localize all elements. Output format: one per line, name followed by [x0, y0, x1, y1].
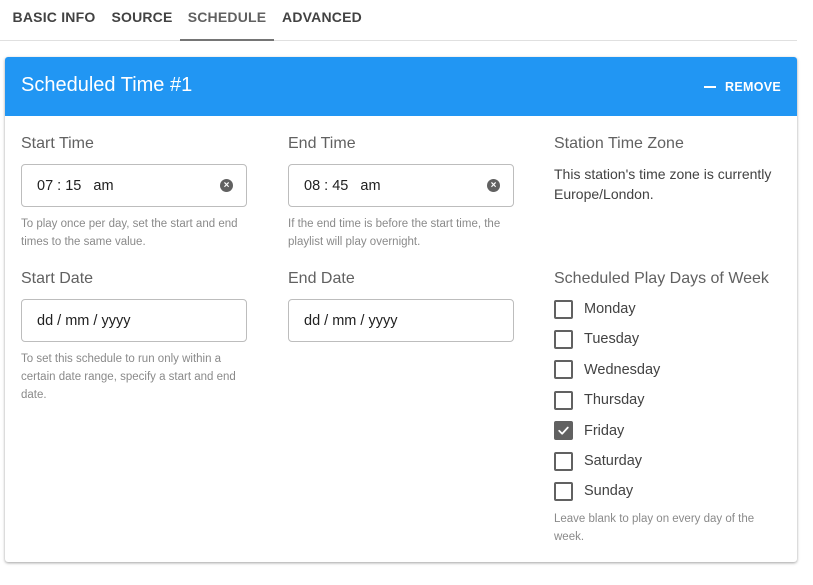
- play-days-hint: Leave blank to play on every day of the …: [554, 513, 755, 543]
- checkbox-unchecked-icon[interactable]: [554, 390, 573, 410]
- tab-source[interactable]: SOURCE: [104, 0, 180, 41]
- start-time-value: 07 : 15 am: [37, 178, 114, 194]
- day-label: Sunday: [584, 483, 634, 500]
- end-date-input[interactable]: dd / mm / yyyy: [288, 299, 514, 342]
- minus-icon: [704, 86, 717, 88]
- day-label: Wednesday: [584, 361, 661, 378]
- end-time-label: End Time: [288, 135, 356, 152]
- day-label: Saturday: [584, 453, 643, 469]
- checkbox-unchecked-icon[interactable]: [554, 360, 573, 380]
- tab-schedule[interactable]: SCHEDULE: [180, 0, 274, 41]
- day-label: Friday: [584, 422, 625, 439]
- start-time-input[interactable]: 07 : 15 am ×: [21, 164, 247, 207]
- card-title: Scheduled Time #1: [21, 74, 193, 96]
- day-checkbox-monday[interactable]: Monday: [554, 297, 636, 321]
- end-date-placeholder: dd / mm / yyyy: [304, 313, 398, 329]
- day-checkbox-friday[interactable]: Friday: [554, 419, 624, 443]
- day-label: Thursday: [584, 392, 645, 409]
- checkbox-unchecked-icon[interactable]: [554, 299, 573, 319]
- day-checkbox-wednesday[interactable]: Wednesday: [554, 358, 660, 382]
- day-checkbox-saturday[interactable]: Saturday: [554, 449, 642, 473]
- clear-icon[interactable]: ×: [220, 179, 233, 192]
- end-time-hint: If the end time is before the start time…: [288, 218, 501, 248]
- start-date-input[interactable]: dd / mm / yyyy: [21, 299, 247, 342]
- day-checkbox-thursday[interactable]: Thursday: [554, 388, 644, 412]
- checkbox-unchecked-icon[interactable]: [554, 329, 573, 349]
- checkbox-unchecked-icon[interactable]: [554, 481, 573, 501]
- day-checkbox-sunday[interactable]: Sunday: [554, 479, 633, 503]
- play-days-label: Scheduled Play Days of Week: [554, 270, 769, 287]
- schedule-card: Scheduled Time #1 REMOVE Start Time 07 :…: [5, 57, 797, 562]
- checkbox-unchecked-icon[interactable]: [554, 451, 573, 471]
- remove-button-label: REMOVE: [725, 80, 781, 94]
- tab-bar: BASIC INFO SOURCE SCHEDULE ADVANCED: [0, 0, 797, 41]
- tab-basic-info[interactable]: BASIC INFO: [6, 0, 102, 41]
- timezone-label: Station Time Zone: [554, 135, 684, 152]
- checkbox-checked-icon[interactable]: [554, 421, 573, 441]
- start-time-label: Start Time: [21, 135, 94, 152]
- start-date-placeholder: dd / mm / yyyy: [37, 313, 131, 329]
- start-time-hint: To play once per day, set the start and …: [21, 218, 238, 248]
- end-date-label: End Date: [288, 270, 355, 287]
- day-checkbox-tuesday[interactable]: Tuesday: [554, 327, 639, 351]
- day-label: Tuesday: [584, 331, 640, 348]
- end-time-input[interactable]: 08 : 45 am ×: [288, 164, 514, 207]
- start-date-hint: To set this schedule to run only within …: [21, 353, 236, 401]
- timezone-text: This station's time zone is currently Eu…: [554, 166, 772, 202]
- end-time-value: 08 : 45 am: [304, 178, 381, 194]
- clear-icon[interactable]: ×: [487, 179, 500, 192]
- card-header: Scheduled Time #1 REMOVE: [5, 57, 797, 116]
- start-date-label: Start Date: [21, 270, 94, 287]
- tab-advanced[interactable]: ADVANCED: [274, 0, 370, 41]
- remove-button[interactable]: REMOVE: [704, 77, 781, 97]
- day-label: Monday: [584, 301, 636, 317]
